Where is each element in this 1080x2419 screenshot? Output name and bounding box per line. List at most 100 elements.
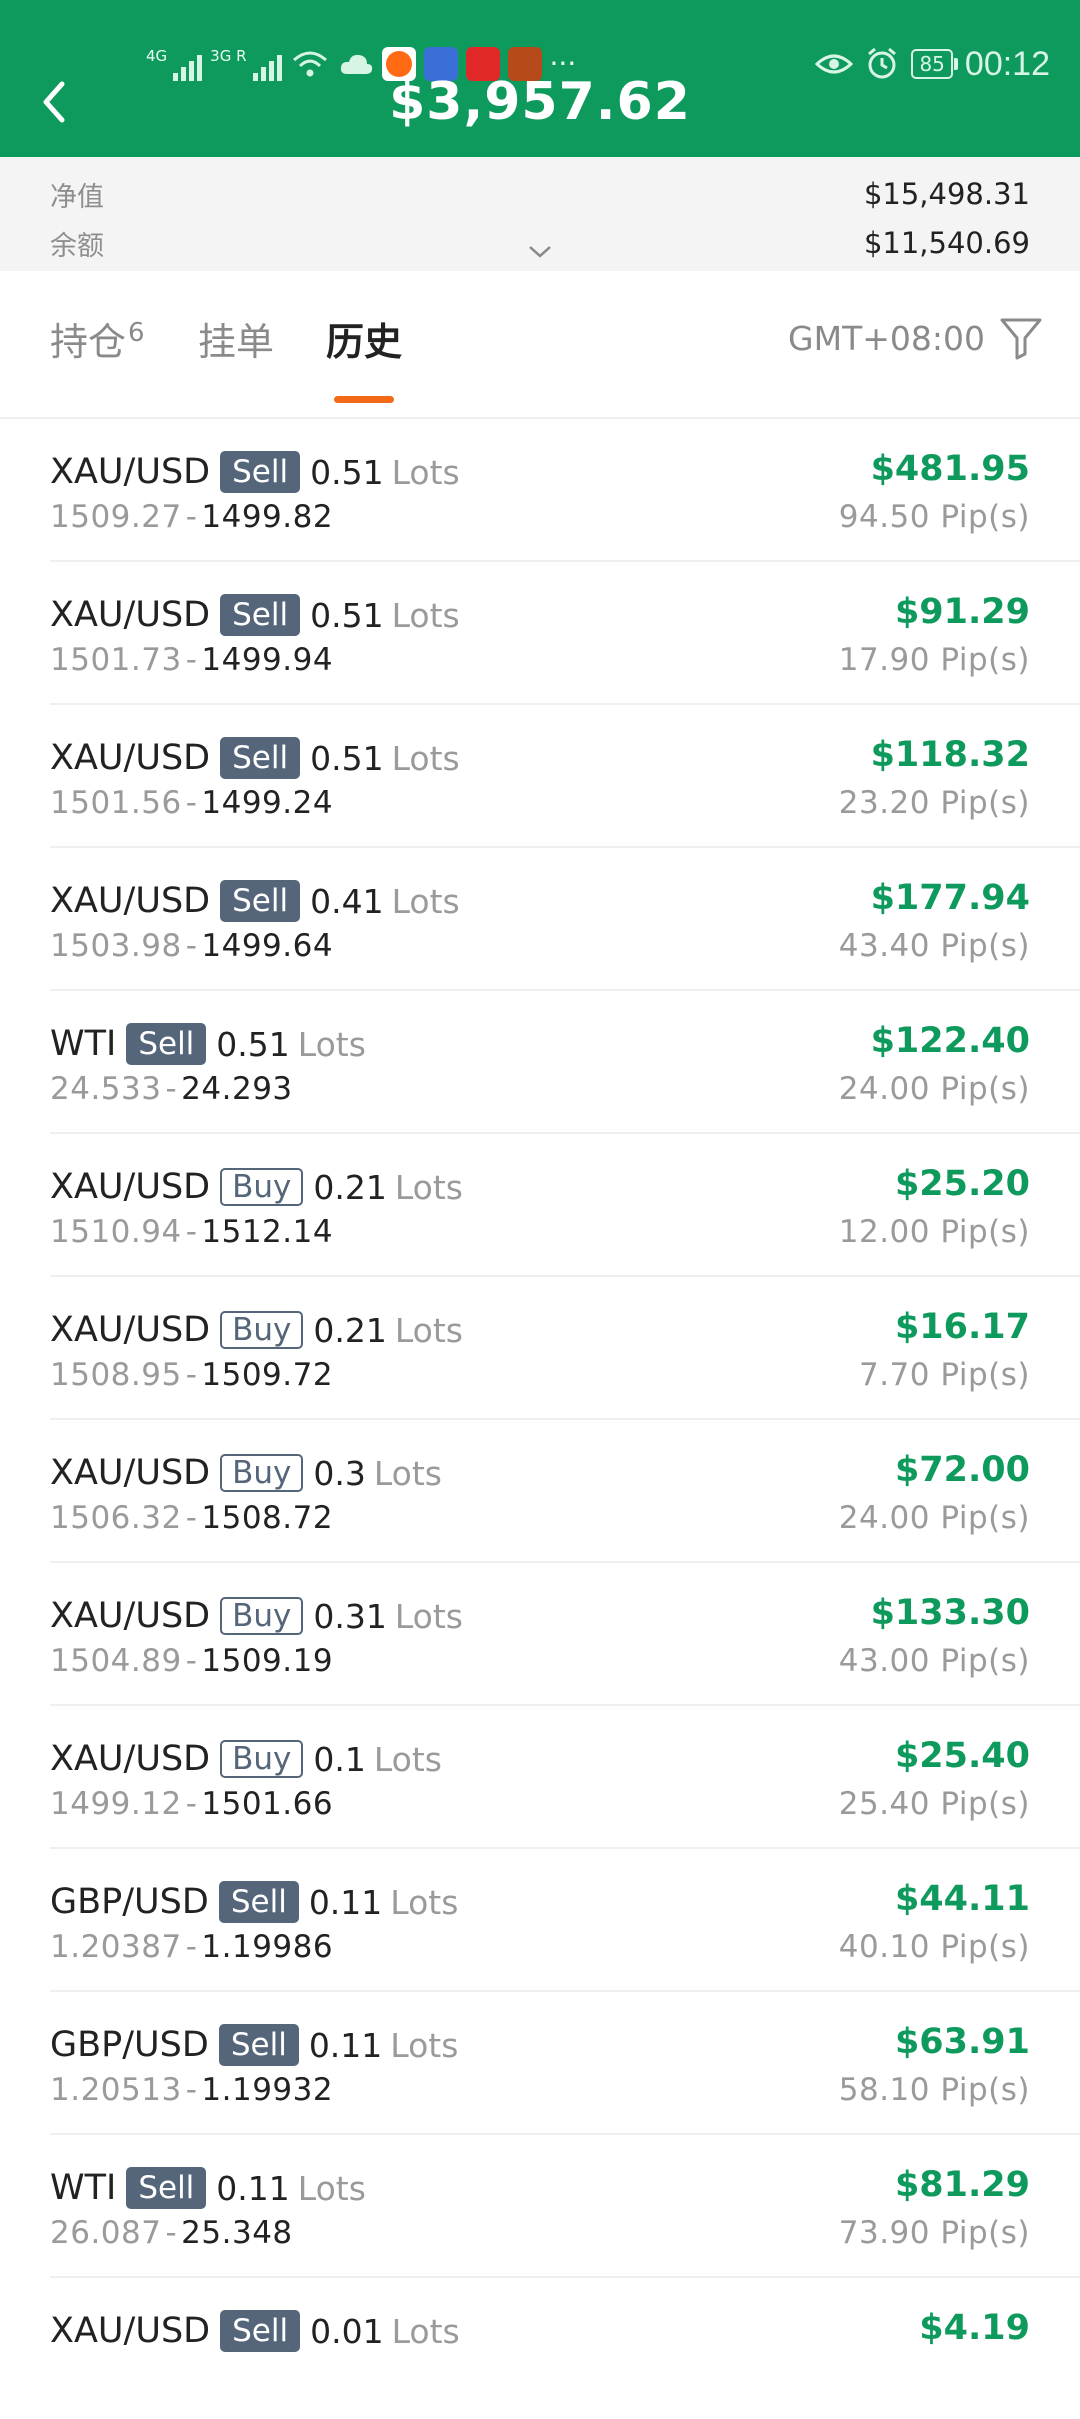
active-tab-indicator <box>334 396 394 403</box>
trade-pips: 7.70 Pip(s) <box>858 1357 1030 1393</box>
trade-row[interactable]: GBP/USD Sell 0.11 Lots 1.20387-1.19986 $… <box>50 1849 1080 1992</box>
trade-profit: $4.19 <box>919 2308 1030 2348</box>
trade-lots-unit: Lots <box>373 1453 443 1493</box>
trade-pips: 40.10 Pip(s) <box>838 1929 1030 1965</box>
trade-close-price: 1509.72 <box>201 1357 334 1393</box>
trade-side-badge: Sell <box>220 451 301 493</box>
trade-row[interactable]: XAU/USD Sell 0.41 Lots 1503.98-1499.64 $… <box>50 848 1080 991</box>
trade-side-badge: Sell <box>220 594 301 636</box>
trade-row[interactable]: GBP/USD Sell 0.11 Lots 1.20513-1.19932 $… <box>50 1992 1080 2135</box>
trade-quantity: 0.21 <box>313 1167 387 1207</box>
trade-side-badge: Sell <box>220 880 301 922</box>
trade-quantity: 0.51 <box>310 452 384 492</box>
trade-row[interactable]: WTI Sell 0.11 Lots 26.087-25.348 $81.29 … <box>50 2135 1080 2278</box>
more-notifications-icon: ··· <box>549 47 577 80</box>
trade-line-1: XAU/USD Sell 0.51 Lots <box>50 735 460 781</box>
trade-pips: 12.00 Pip(s) <box>838 1214 1030 1250</box>
trade-lots-unit: Lots <box>390 2025 459 2065</box>
trade-lots-unit: Lots <box>391 881 460 921</box>
trade-lots-unit: Lots <box>391 738 460 778</box>
tab-history-label: 历史 <box>326 320 403 364</box>
trade-symbol: XAU/USD <box>50 1453 211 1493</box>
trade-lots-unit: Lots <box>394 1596 464 1636</box>
trade-row[interactable]: XAU/USD Sell 0.01 Lots $4.19 <box>50 2278 1080 2419</box>
trade-row[interactable]: XAU/USD Buy 0.31 Lots 1504.89-1509.19 $1… <box>50 1563 1080 1706</box>
trade-line-2: 1508.95-1509.72 <box>50 1357 333 1393</box>
trade-profit: $81.29 <box>894 2165 1030 2205</box>
trade-lots-unit: Lots <box>297 2168 366 2208</box>
trade-symbol: XAU/USD <box>50 1739 211 1779</box>
trade-close-price: 1.19932 <box>201 2072 334 2108</box>
trade-side-badge: Buy <box>220 1168 304 1206</box>
trade-row[interactable]: XAU/USD Buy 0.3 Lots 1506.32-1508.72 $72… <box>50 1420 1080 1563</box>
price-separator: - <box>185 785 198 821</box>
trade-symbol: WTI <box>50 2168 117 2208</box>
timezone-label: GMT+08:00 <box>788 319 985 358</box>
trade-pips: 17.90 Pip(s) <box>838 642 1030 678</box>
trade-close-price: 1499.24 <box>201 785 334 821</box>
trade-pips: 94.50 Pip(s) <box>838 499 1030 535</box>
profit-total: $3,957.62 <box>389 72 691 132</box>
trade-row[interactable]: WTI Sell 0.51 Lots 24.533-24.293 $122.40… <box>50 991 1080 1134</box>
trade-symbol: GBP/USD <box>50 2025 209 2065</box>
trade-side-badge: Buy <box>220 1597 304 1635</box>
trade-line-2: 26.087-25.348 <box>50 2215 293 2251</box>
trade-open-price: 1504.89 <box>50 1643 182 1679</box>
trade-line-1: XAU/USD Buy 0.3 Lots <box>50 1450 442 1496</box>
trade-side-badge: Sell <box>218 2024 299 2066</box>
app-header: 4G 3G R ··· 85 00:12 $3,957.62 <box>0 0 1080 157</box>
trade-lots-unit: Lots <box>391 595 460 635</box>
trade-line-1: WTI Sell 0.11 Lots <box>50 2165 366 2211</box>
trade-close-price: 1499.94 <box>201 642 334 678</box>
price-separator: - <box>185 1929 198 1965</box>
trade-row[interactable]: XAU/USD Sell 0.51 Lots 1509.27-1499.82 $… <box>50 419 1080 562</box>
trade-profit: $133.30 <box>870 1593 1030 1633</box>
trade-close-price: 1509.19 <box>201 1643 334 1679</box>
trade-profit: $177.94 <box>870 878 1030 918</box>
tab-pending[interactable]: 挂单 <box>198 311 274 366</box>
trade-close-price: 1508.72 <box>201 1500 334 1536</box>
trade-profit: $72.00 <box>894 1450 1030 1490</box>
trade-row[interactable]: XAU/USD Buy 0.21 Lots 1510.94-1512.14 $2… <box>50 1134 1080 1277</box>
tab-bar: 持仓6 挂单 历史 GMT+08:00 <box>0 271 1080 419</box>
trade-pips: 43.00 Pip(s) <box>838 1643 1030 1679</box>
trade-side-badge: Buy <box>220 1740 304 1778</box>
tab-history[interactable]: 历史 <box>326 311 402 366</box>
trade-quantity: 0.41 <box>310 881 384 921</box>
trade-row[interactable]: XAU/USD Buy 0.1 Lots 1499.12-1501.66 $25… <box>50 1706 1080 1849</box>
trade-row[interactable]: XAU/USD Sell 0.51 Lots 1501.73-1499.94 $… <box>50 562 1080 705</box>
trade-profit: $25.40 <box>894 1736 1030 1776</box>
expand-chevron-icon[interactable] <box>528 245 552 259</box>
equity-label: 净值 <box>50 181 104 213</box>
balance-label: 余额 <box>50 230 104 262</box>
trade-close-price: 24.293 <box>181 1071 293 1107</box>
trade-symbol: GBP/USD <box>50 1882 209 1922</box>
tab-positions-label: 持仓 <box>50 320 127 364</box>
trade-quantity: 0.11 <box>216 2168 290 2208</box>
tab-positions[interactable]: 持仓6 <box>50 311 145 366</box>
tab-pending-label: 挂单 <box>198 320 275 364</box>
trade-line-1: XAU/USD Buy 0.21 Lots <box>50 1307 463 1353</box>
trade-row[interactable]: XAU/USD Buy 0.21 Lots 1508.95-1509.72 $1… <box>50 1277 1080 1420</box>
trade-profit: $481.95 <box>870 449 1030 489</box>
trade-symbol: XAU/USD <box>50 1167 211 1207</box>
price-separator: - <box>185 1214 198 1250</box>
price-separator: - <box>165 1071 178 1107</box>
trade-symbol: XAU/USD <box>50 881 211 921</box>
trade-quantity: 0.21 <box>313 1310 387 1350</box>
trade-line-1: XAU/USD Sell 0.01 Lots <box>50 2308 460 2354</box>
equity-value: $15,498.31 <box>863 177 1030 211</box>
price-separator: - <box>185 928 198 964</box>
price-separator: - <box>185 1357 198 1393</box>
trade-lots-unit: Lots <box>391 452 460 492</box>
trade-symbol: XAU/USD <box>50 1310 211 1350</box>
trade-side-badge: Buy <box>220 1311 304 1349</box>
trade-line-2: 1503.98-1499.64 <box>50 928 333 964</box>
trade-line-2: 1501.73-1499.94 <box>50 642 333 678</box>
trade-lots-unit: Lots <box>390 1882 459 1922</box>
trade-close-price: 1501.66 <box>201 1786 334 1822</box>
trade-row[interactable]: XAU/USD Sell 0.51 Lots 1501.56-1499.24 $… <box>50 705 1080 848</box>
filter-button[interactable] <box>996 313 1046 363</box>
trade-close-price: 1499.82 <box>201 499 334 535</box>
price-separator: - <box>185 499 198 535</box>
